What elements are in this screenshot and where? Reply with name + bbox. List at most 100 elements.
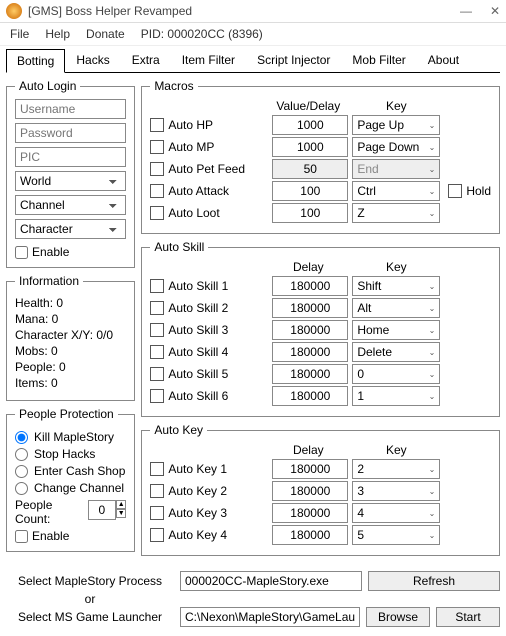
key-select[interactable]: Home⌄ [352, 320, 440, 340]
refresh-button[interactable]: Refresh [368, 571, 500, 591]
key-select[interactable]: Z⌄ [352, 203, 440, 223]
row-label: Auto Skill 6 [168, 389, 268, 403]
value-input[interactable] [272, 137, 348, 157]
value-input[interactable] [272, 203, 348, 223]
row-checkbox[interactable] [150, 301, 164, 315]
chevron-down-icon: ⌄ [429, 282, 436, 291]
tab-botting[interactable]: Botting [6, 49, 65, 73]
row-label: Auto Key 1 [168, 462, 268, 476]
row-checkbox[interactable] [150, 528, 164, 542]
menu-pid: PID: 000020CC (8396) [141, 27, 263, 41]
tab-script-injector[interactable]: Script Injector [246, 48, 341, 72]
radio-stop[interactable] [15, 448, 28, 461]
minimize-icon[interactable]: — [460, 4, 472, 18]
key-select[interactable]: Alt⌄ [352, 298, 440, 318]
world-select[interactable]: World [15, 171, 126, 191]
key-select[interactable]: End⌄ [352, 159, 440, 179]
people-count-value[interactable] [88, 500, 116, 520]
key-select[interactable]: 4⌄ [352, 503, 440, 523]
process-field[interactable] [180, 571, 362, 591]
value-input[interactable] [272, 159, 348, 179]
row-checkbox[interactable] [150, 462, 164, 476]
menu-donate[interactable]: Donate [86, 27, 125, 41]
value-input[interactable] [272, 525, 348, 545]
row-checkbox[interactable] [150, 184, 164, 198]
menu-help[interactable]: Help [45, 27, 70, 41]
radio-kill-label: Kill MapleStory [34, 430, 114, 444]
key-select[interactable]: Delete⌄ [352, 342, 440, 362]
tab-about[interactable]: About [417, 48, 470, 72]
macro-row: Auto Key 1 2⌄ [150, 459, 491, 479]
macros-legend: Macros [150, 79, 197, 93]
key-select[interactable]: 5⌄ [352, 525, 440, 545]
key-select[interactable]: Page Up⌄ [352, 115, 440, 135]
row-label: Auto Key 3 [168, 506, 268, 520]
stepper-up-icon[interactable]: ▲ [116, 500, 126, 509]
protection-enable-label: Enable [32, 529, 69, 543]
value-input[interactable] [272, 342, 348, 362]
row-checkbox[interactable] [150, 506, 164, 520]
radio-change[interactable] [15, 482, 28, 495]
row-checkbox[interactable] [150, 484, 164, 498]
row-checkbox[interactable] [150, 140, 164, 154]
tab-mob-filter[interactable]: Mob Filter [341, 48, 416, 72]
autokey-head-val: Delay [268, 443, 348, 457]
autologin-enable-checkbox[interactable] [15, 246, 28, 259]
value-input[interactable] [272, 320, 348, 340]
channel-select[interactable]: Channel [15, 195, 126, 215]
key-select[interactable]: 3⌄ [352, 481, 440, 501]
value-input[interactable] [272, 115, 348, 135]
tab-hacks[interactable]: Hacks [65, 48, 120, 72]
row-checkbox[interactable] [150, 279, 164, 293]
auto-login-group: Auto Login World Channel Character Enabl… [6, 79, 135, 268]
row-checkbox[interactable] [150, 206, 164, 220]
info-health: Health: 0 [15, 296, 126, 310]
chevron-down-icon: ⌄ [429, 348, 436, 357]
protection-enable-checkbox[interactable] [15, 530, 28, 543]
menu-file[interactable]: File [10, 27, 29, 41]
radio-kill[interactable] [15, 431, 28, 444]
macro-row: Auto Key 23⌄ [150, 481, 491, 501]
row-checkbox[interactable] [150, 345, 164, 359]
close-icon[interactable]: ✕ [490, 4, 500, 18]
value-input[interactable] [272, 481, 348, 501]
window-title: [GMS] Boss Helper Revamped [28, 4, 460, 18]
footer-or: or [85, 592, 96, 606]
row-checkbox[interactable] [150, 118, 164, 132]
row-checkbox[interactable] [150, 389, 164, 403]
tab-item-filter[interactable]: Item Filter [171, 48, 246, 72]
tab-extra[interactable]: Extra [121, 48, 171, 72]
browse-button[interactable]: Browse [366, 607, 430, 627]
row-checkbox[interactable] [150, 323, 164, 337]
character-select[interactable]: Character [15, 219, 126, 239]
stepper-down-icon[interactable]: ▼ [116, 509, 126, 518]
key-select[interactable]: Page Down⌄ [352, 137, 440, 157]
chevron-down-icon: ⌄ [429, 465, 436, 474]
value-input[interactable] [272, 181, 348, 201]
password-field[interactable] [15, 123, 126, 143]
value-input[interactable] [272, 386, 348, 406]
chevron-down-icon: ⌄ [429, 326, 436, 335]
value-input[interactable] [272, 459, 348, 479]
username-field[interactable] [15, 99, 126, 119]
key-select[interactable]: Shift⌄ [352, 276, 440, 296]
autokey-head-key: Key [348, 443, 444, 457]
row-checkbox[interactable] [150, 162, 164, 176]
row-checkbox[interactable] [150, 367, 164, 381]
start-button[interactable]: Start [436, 607, 500, 627]
key-select[interactable]: 0⌄ [352, 364, 440, 384]
key-select[interactable]: 1⌄ [352, 386, 440, 406]
people-protection-group: People Protection Kill MapleStory Stop H… [6, 407, 135, 552]
value-input[interactable] [272, 364, 348, 384]
key-select[interactable]: Ctrl⌄ [352, 181, 440, 201]
launcher-field[interactable] [180, 607, 360, 627]
people-count-stepper[interactable]: ▲▼ [88, 500, 127, 524]
pic-field[interactable] [15, 147, 126, 167]
macros-group: Macros Value/DelayKey Auto HPPage Up⌄Aut… [141, 79, 500, 234]
key-select[interactable]: 2⌄ [352, 459, 440, 479]
radio-cash[interactable] [15, 465, 28, 478]
value-input[interactable] [272, 298, 348, 318]
hold-checkbox[interactable] [448, 184, 462, 198]
value-input[interactable] [272, 503, 348, 523]
value-input[interactable] [272, 276, 348, 296]
